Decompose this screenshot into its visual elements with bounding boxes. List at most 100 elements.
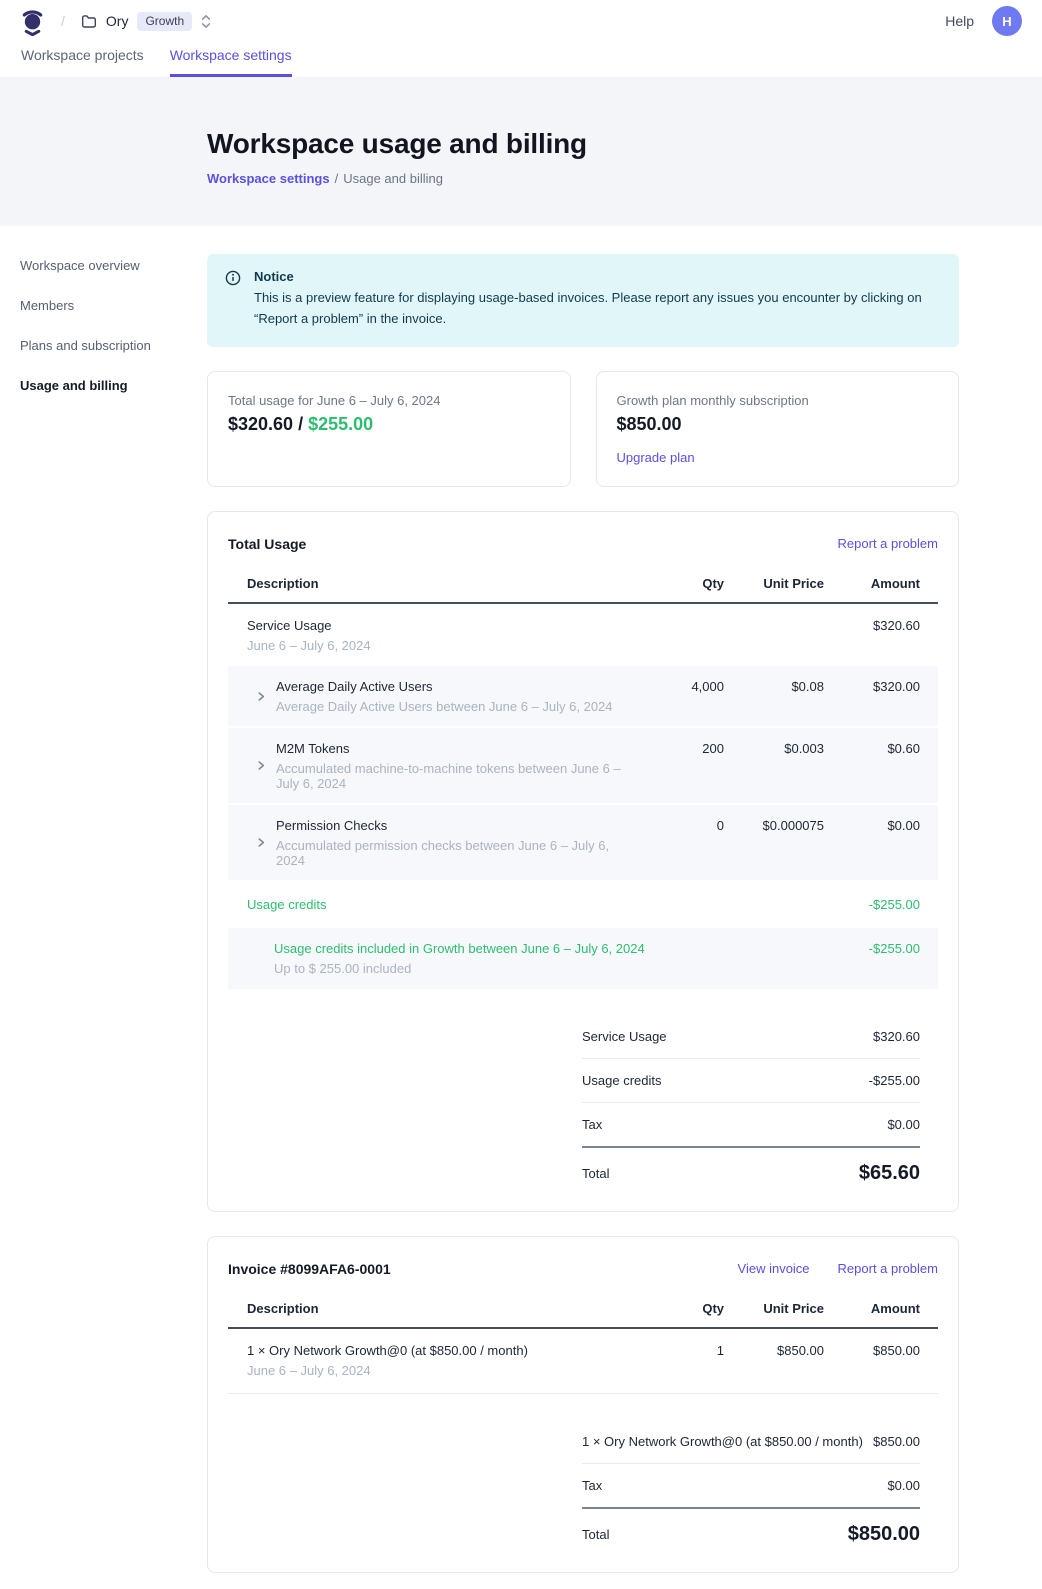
invoice-totals: 1 × Ory Network Growth@0 (at $850.00 / m… [582, 1420, 920, 1550]
selector-updown-icon[interactable] [201, 14, 211, 29]
row-unit-price: $0.003 [728, 741, 824, 756]
grand-total-value: $850.00 [848, 1523, 920, 1546]
row-subtitle: Accumulated permission checks between Ju… [276, 838, 632, 868]
row-subtitle: Average Daily Active Users between June … [276, 699, 613, 714]
page-title: Workspace usage and billing [207, 128, 1042, 160]
invoice-item-cell: 1 × Ory Network Growth@0 (at $850.00 / m… [247, 1343, 632, 1378]
row-title: Average Daily Active Users [276, 679, 613, 694]
page-header: Workspace usage and billing Workspace se… [0, 77, 1042, 226]
plan-card-amount: $850.00 [617, 414, 939, 435]
service-usage-title: Service Usage [247, 618, 632, 633]
invoice-panel: Invoice #8099AFA6-0001 View invoice Repo… [207, 1236, 959, 1573]
totals-row-tax: Tax $0.00 [582, 1103, 920, 1148]
usage-report-problem-link[interactable]: Report a problem [838, 536, 938, 551]
help-link[interactable]: Help [945, 13, 974, 29]
total-usage-label: Total usage for June 6 – July 6, 2024 [228, 393, 550, 408]
service-usage-row: Service Usage June 6 – July 6, 2024 $320… [228, 604, 938, 666]
notice-title: Notice [254, 269, 941, 284]
row-unit-price: $0.000075 [728, 818, 824, 833]
user-avatar[interactable]: H [992, 6, 1022, 36]
totals-value: $850.00 [873, 1434, 920, 1449]
col-amount: Amount [828, 576, 920, 591]
col-unit-price: Unit Price [728, 576, 824, 591]
ory-logo-icon[interactable] [20, 7, 45, 36]
usage-credits-detail-row: Usage credits included in Growth between… [228, 928, 938, 989]
row-description-cell: Average Daily Active Users Average Daily… [247, 679, 632, 714]
breadcrumb-separator: / [335, 171, 339, 186]
usage-credits-row: Usage credits -$255.00 [228, 882, 938, 926]
chevron-right-icon[interactable] [256, 760, 266, 771]
usage-row-m2m-tokens[interactable]: M2M Tokens Accumulated machine-to-machin… [228, 728, 938, 803]
invoice-item-unit-price: $850.00 [728, 1343, 824, 1358]
usage-credit-value: $255.00 [308, 414, 373, 434]
totals-label: Tax [582, 1478, 602, 1493]
totals-row-service-usage: Service Usage $320.60 [582, 1015, 920, 1059]
invoice-item-period: June 6 – July 6, 2024 [247, 1363, 632, 1378]
usage-grand-total-row: Total $65.60 [582, 1148, 920, 1189]
folder-icon [81, 14, 97, 28]
service-usage-period: June 6 – July 6, 2024 [247, 638, 632, 653]
invoice-table-header: Description Qty Unit Price Amount [228, 1295, 938, 1329]
totals-label: Usage credits [582, 1073, 661, 1088]
main-content: Notice This is a preview feature for dis… [207, 254, 959, 1589]
row-description-cell: Permission Checks Accumulated permission… [247, 818, 632, 868]
view-invoice-link[interactable]: View invoice [738, 1261, 810, 1276]
row-amount: $0.00 [828, 818, 920, 833]
breadcrumb-link-settings[interactable]: Workspace settings [207, 171, 330, 186]
sidebar-item-plans-subscription[interactable]: Plans and subscription [20, 338, 207, 353]
invoice-totals-row-tax: Tax $0.00 [582, 1464, 920, 1509]
tab-workspace-projects[interactable]: Workspace projects [21, 47, 144, 77]
totals-value: $0.00 [887, 1478, 920, 1493]
workspace-picker[interactable]: Ory Growth [81, 12, 211, 31]
row-amount: $320.00 [828, 679, 920, 694]
invoice-item-title: 1 × Ory Network Growth@0 (at $850.00 / m… [247, 1343, 632, 1358]
col-amount: Amount [828, 1301, 920, 1316]
row-title: M2M Tokens [276, 741, 632, 756]
col-description: Description [247, 576, 632, 591]
sidebar-item-usage-billing[interactable]: Usage and billing [20, 378, 207, 393]
plan-card-label: Growth plan monthly subscription [617, 393, 939, 408]
credits-detail-cell: Usage credits included in Growth between… [274, 941, 828, 976]
totals-value: $0.00 [887, 1117, 920, 1132]
sidebar-item-workspace-overview[interactable]: Workspace overview [20, 258, 207, 273]
topbar-right: Help H [945, 6, 1022, 36]
info-icon [225, 269, 241, 330]
total-usage-card: Total usage for June 6 – July 6, 2024 $3… [207, 371, 571, 487]
content-layout: Workspace overview Members Plans and sub… [0, 226, 1042, 1589]
usage-table-header: Description Qty Unit Price Amount [228, 570, 938, 604]
breadcrumb-current: Usage and billing [343, 171, 443, 186]
usage-row-permission-checks[interactable]: Permission Checks Accumulated permission… [228, 805, 938, 880]
usage-amount-value: $320.60 [228, 414, 293, 434]
grand-total-label: Total [582, 1166, 609, 1181]
usage-row-daily-active-users[interactable]: Average Daily Active Users Average Daily… [228, 666, 938, 726]
totals-row-usage-credits: Usage credits -$255.00 [582, 1059, 920, 1103]
row-description-cell: M2M Tokens Accumulated machine-to-machin… [247, 741, 632, 791]
row-title: Permission Checks [276, 818, 632, 833]
row-qty: 200 [636, 741, 724, 756]
totals-label: Tax [582, 1117, 602, 1132]
chevron-right-icon[interactable] [256, 837, 266, 848]
top-bar: / Ory Growth Help H [0, 0, 1042, 42]
credits-detail-title: Usage credits included in Growth between… [274, 941, 828, 956]
chevron-right-icon[interactable] [256, 691, 266, 702]
invoice-grand-total-row: Total $850.00 [582, 1509, 920, 1550]
upgrade-plan-link[interactable]: Upgrade plan [617, 450, 695, 465]
total-usage-panel: Total Usage Report a problem Description… [207, 511, 959, 1212]
workspace-tabs: Workspace projects Workspace settings [0, 42, 1042, 77]
row-amount: $0.60 [828, 741, 920, 756]
totals-label: 1 × Ory Network Growth@0 (at $850.00 / m… [582, 1434, 863, 1449]
tab-workspace-settings[interactable]: Workspace settings [170, 47, 292, 77]
invoice-links: View invoice Report a problem [738, 1261, 938, 1276]
breadcrumb-slash: / [61, 13, 65, 29]
total-usage-amount: $320.60 / $255.00 [228, 414, 550, 435]
invoice-title: Invoice #8099AFA6-0001 [228, 1261, 391, 1277]
grand-total-label: Total [582, 1527, 609, 1542]
sidebar-item-members[interactable]: Members [20, 298, 207, 313]
settings-sidebar: Workspace overview Members Plans and sub… [20, 254, 207, 1589]
col-qty: Qty [636, 1301, 724, 1316]
breadcrumb: Workspace settings / Usage and billing [207, 171, 1042, 186]
row-qty: 4,000 [636, 679, 724, 694]
service-usage-amount: $320.60 [828, 618, 920, 633]
invoice-report-problem-link[interactable]: Report a problem [838, 1261, 938, 1276]
totals-value: $320.60 [873, 1029, 920, 1044]
